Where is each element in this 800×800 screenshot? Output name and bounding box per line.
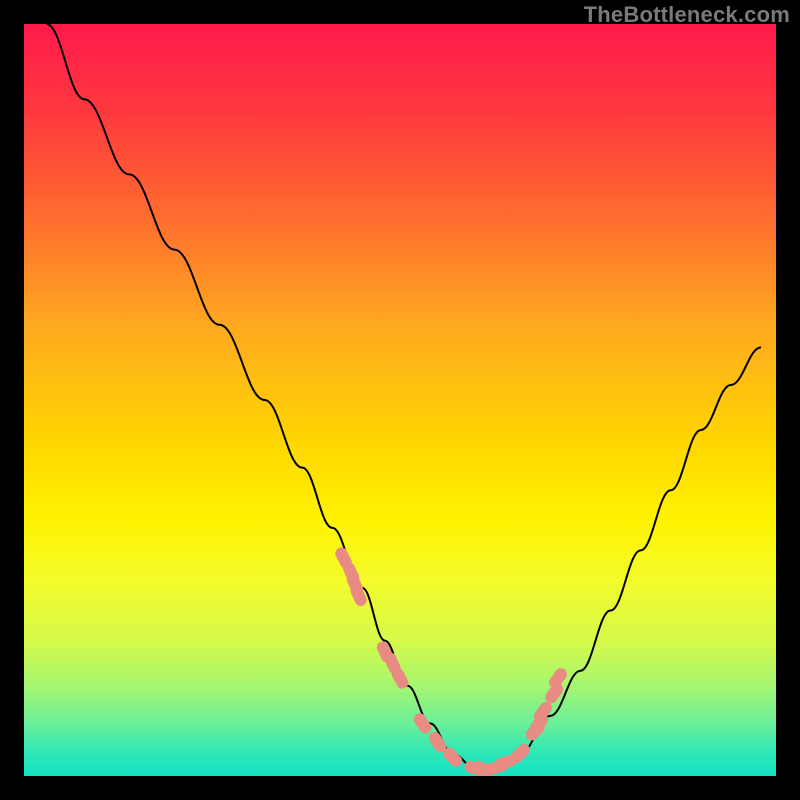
bottleneck-curve-chart [0, 0, 800, 800]
curve-marker [547, 666, 570, 691]
curve-line [47, 24, 761, 768]
